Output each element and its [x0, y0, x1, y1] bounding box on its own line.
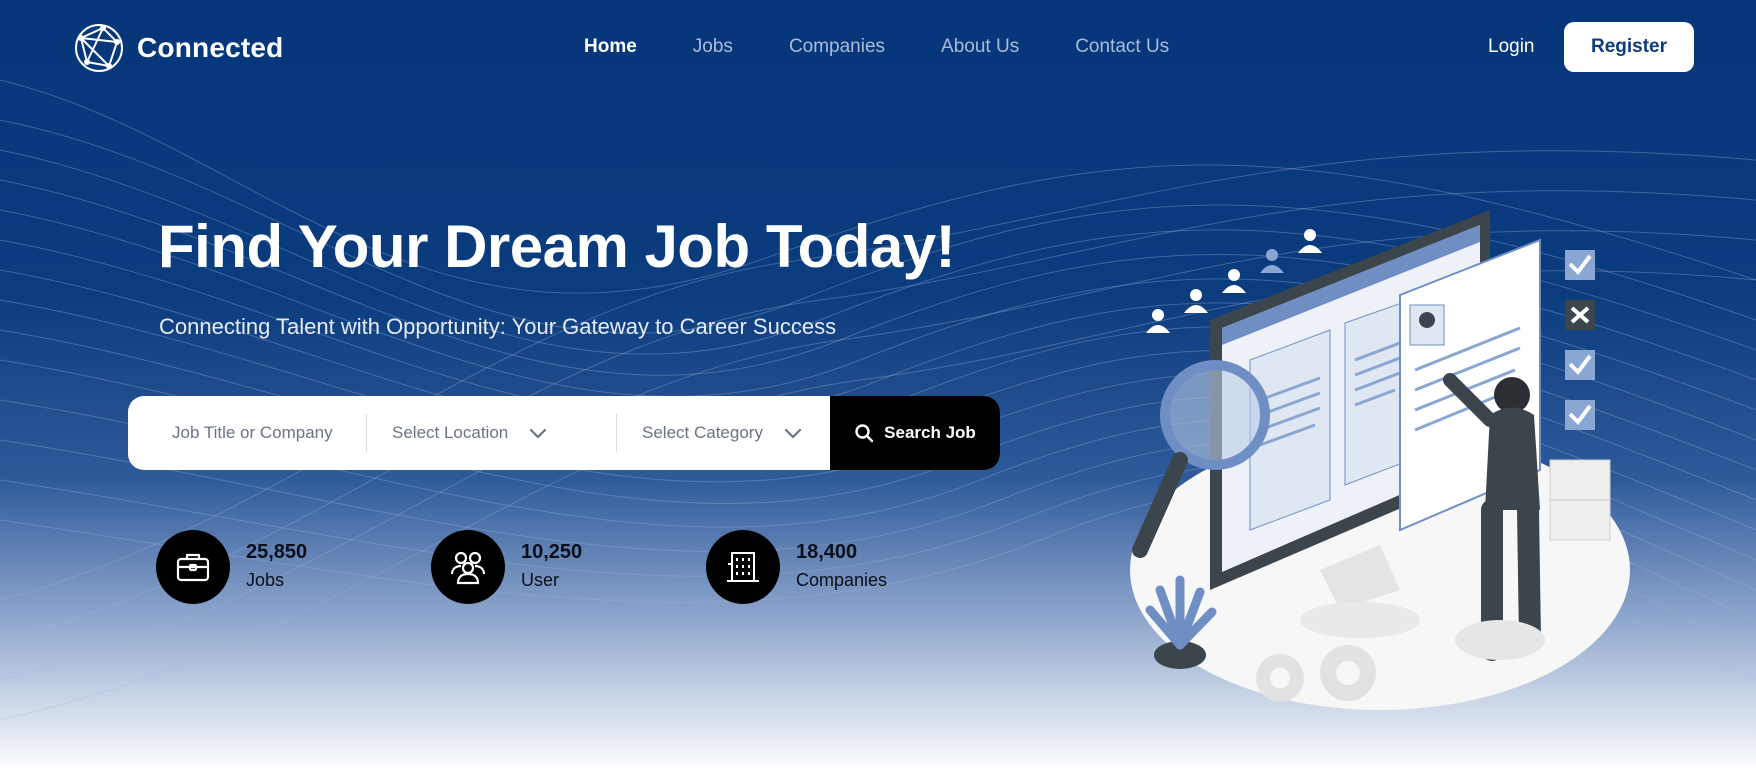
search-icon: [855, 424, 874, 443]
globe-network-icon: [75, 24, 123, 72]
nav-home[interactable]: Home: [584, 36, 637, 58]
search-divider: [616, 414, 617, 452]
location-placeholder: Select Location: [392, 423, 509, 442]
main-nav: Home Jobs Companies About Us Contact Us: [584, 36, 1225, 58]
search-divider: [366, 414, 367, 452]
users-icon: [450, 551, 486, 585]
nav-jobs[interactable]: Jobs: [693, 36, 733, 58]
stat-companies: 18,400 Companies: [706, 530, 887, 604]
brand-name: Connected: [137, 32, 284, 63]
register-button[interactable]: Register: [1564, 22, 1694, 72]
nav-about-us[interactable]: About Us: [941, 36, 1019, 58]
search-job-button[interactable]: Search Job: [830, 396, 1000, 470]
stat-jobs: 25,850 Jobs: [156, 530, 307, 604]
job-search-bar: Job Title or Company Select Location Sel…: [128, 396, 1000, 470]
stat-value: 18,400: [796, 541, 858, 563]
stat-users: 10,250 User: [431, 530, 582, 604]
stat-label: Jobs: [246, 570, 285, 590]
recruitment-illustration: [1130, 210, 1630, 710]
keyword-placeholder: Job Title or Company: [172, 423, 333, 442]
checkbox-icons: [1565, 250, 1595, 430]
nav-companies[interactable]: Companies: [789, 36, 885, 58]
stat-label: User: [521, 570, 560, 590]
search-job-label: Search Job: [884, 423, 976, 442]
login-link[interactable]: Login: [1488, 36, 1535, 58]
hero-subtitle: Connecting Talent with Opportunity: Your…: [159, 314, 837, 339]
chevron-down-icon: [530, 428, 547, 439]
stat-value: 10,250: [521, 541, 583, 563]
stat-icon-circle: [431, 530, 505, 604]
site-header: Connected Home Jobs Companies About Us C…: [0, 0, 1756, 94]
stat-value: 25,850: [246, 541, 308, 563]
stat-label: Companies: [796, 570, 888, 590]
location-select[interactable]: Select Location: [392, 396, 548, 470]
category-select[interactable]: Select Category: [642, 396, 803, 470]
category-placeholder: Select Category: [642, 423, 763, 442]
nav-contact-us[interactable]: Contact Us: [1075, 36, 1169, 58]
hero-title: Find Your Dream Job Today!: [158, 213, 956, 280]
stat-icon-circle: [156, 530, 230, 604]
keyword-input[interactable]: Job Title or Company: [172, 396, 333, 470]
building-icon: [727, 552, 759, 582]
briefcase-icon: [176, 553, 210, 582]
stat-icon-circle: [706, 530, 780, 604]
chevron-down-icon: [784, 428, 802, 439]
brand-logo[interactable]: Connected: [73, 22, 283, 74]
